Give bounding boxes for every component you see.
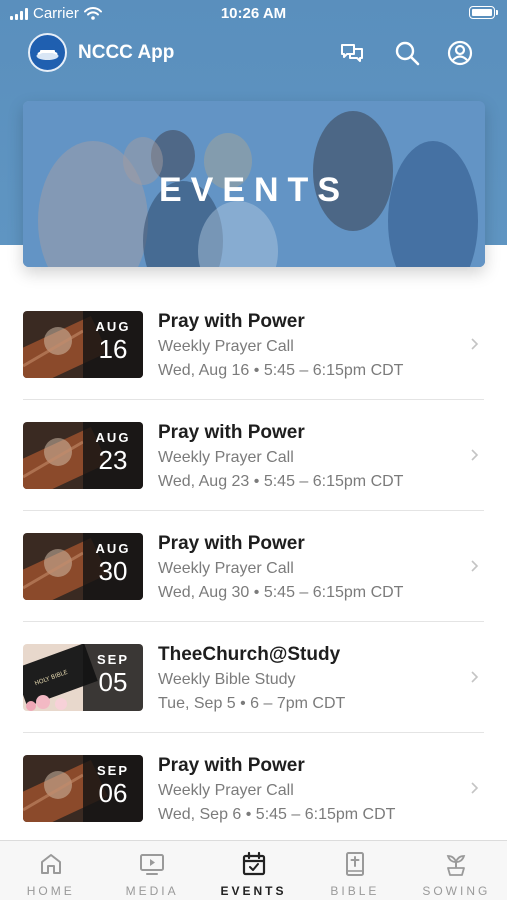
event-subtitle: Weekly Bible Study — [158, 671, 296, 688]
date-badge: AUG 16 — [83, 311, 143, 378]
event-time: Tue, Sep 5 • 6 – 7pm CDT — [158, 695, 346, 712]
event-time: Wed, Aug 30 • 5:45 – 6:15pm CDT — [158, 584, 404, 601]
battery-icon — [469, 6, 498, 19]
event-subtitle: Weekly Prayer Call — [158, 560, 294, 577]
event-row[interactable]: AUG 30 Pray with Power Weekly Prayer Cal… — [0, 511, 507, 622]
event-row[interactable]: AUG 16 Pray with Power Weekly Prayer Cal… — [0, 289, 507, 400]
event-row[interactable]: AUG 23 Pray with Power Weekly Prayer Cal… — [0, 400, 507, 511]
app-logo[interactable] — [28, 33, 67, 72]
chevron-right-icon — [470, 559, 479, 573]
date-day: 23 — [98, 445, 128, 475]
event-time: Wed, Aug 16 • 5:45 – 6:15pm CDT — [158, 362, 404, 379]
app-title: NCCC App — [78, 42, 175, 63]
event-title: Pray with Power — [158, 311, 305, 332]
tab-bar: HOME MEDIA EVENTS BIBLE SOWING — [0, 840, 507, 900]
hero-title: EVENTS — [158, 171, 350, 209]
event-thumbnail: HOLY BIBLE SEP 05 — [23, 644, 143, 711]
sprout-icon — [442, 850, 470, 878]
event-thumbnail: SEP 06 — [23, 755, 143, 822]
date-badge: AUG 23 — [83, 422, 143, 489]
tab-label: HOME — [26, 884, 75, 898]
event-thumbnail: AUG 16 — [23, 311, 143, 378]
tab-events[interactable]: EVENTS — [203, 841, 304, 900]
tab-sowing[interactable]: SOWING — [406, 841, 507, 900]
tab-media[interactable]: MEDIA — [101, 841, 202, 900]
event-row[interactable]: HOLY BIBLE SEP 05 TheeChurch@Study Weekl… — [0, 622, 507, 733]
event-title: Pray with Power — [158, 755, 305, 776]
tab-label: SOWING — [422, 884, 491, 898]
home-icon — [37, 850, 65, 878]
date-day: 06 — [98, 778, 128, 808]
search-icon[interactable] — [393, 39, 421, 67]
event-title: TheeChurch@Study — [158, 644, 341, 665]
date-badge: SEP 06 — [83, 755, 143, 822]
event-thumbnail: AUG 23 — [23, 422, 143, 489]
date-month: AUG — [95, 430, 131, 445]
date-day: 16 — [98, 334, 128, 364]
chat-icon[interactable] — [338, 39, 366, 67]
media-icon — [138, 850, 166, 878]
date-badge: SEP 05 — [83, 644, 143, 711]
calendar-icon — [240, 850, 268, 878]
tab-label: EVENTS — [220, 884, 287, 898]
event-time: Wed, Sep 6 • 5:45 – 6:15pm CDT — [158, 806, 396, 823]
status-time: 10:26 AM — [220, 5, 287, 22]
event-title: Pray with Power — [158, 533, 305, 554]
event-title: Pray with Power — [158, 422, 305, 443]
event-subtitle: Weekly Prayer Call — [158, 338, 294, 355]
profile-icon[interactable] — [446, 39, 474, 67]
tab-label: MEDIA — [125, 884, 179, 898]
event-thumbnail: AUG 30 — [23, 533, 143, 600]
chevron-right-icon — [470, 337, 479, 351]
date-month: AUG — [95, 319, 131, 334]
app-header: NCCC App — [0, 30, 507, 76]
date-day: 05 — [98, 667, 128, 697]
event-subtitle: Weekly Prayer Call — [158, 782, 294, 799]
bible-icon — [341, 850, 369, 878]
date-month: AUG — [95, 541, 131, 556]
event-row[interactable]: SEP 06 Pray with Power Weekly Prayer Cal… — [0, 733, 507, 844]
event-subtitle: Weekly Prayer Call — [158, 449, 294, 466]
date-badge: AUG 30 — [83, 533, 143, 600]
chevron-right-icon — [470, 448, 479, 462]
tab-label: BIBLE — [330, 884, 380, 898]
date-day: 30 — [98, 556, 128, 586]
events-hero-banner: EVENTS — [23, 101, 485, 267]
tab-home[interactable]: HOME — [0, 841, 101, 900]
event-time: Wed, Aug 23 • 5:45 – 6:15pm CDT — [158, 473, 404, 490]
date-month: SEP — [96, 763, 129, 778]
date-month: SEP — [96, 652, 129, 667]
chevron-right-icon — [470, 670, 479, 684]
tab-bible[interactable]: BIBLE — [304, 841, 405, 900]
event-list: AUG 16 Pray with Power Weekly Prayer Cal… — [0, 289, 507, 844]
chevron-right-icon — [470, 781, 479, 795]
status-bar: Carrier 10:26 AM — [0, 0, 507, 28]
